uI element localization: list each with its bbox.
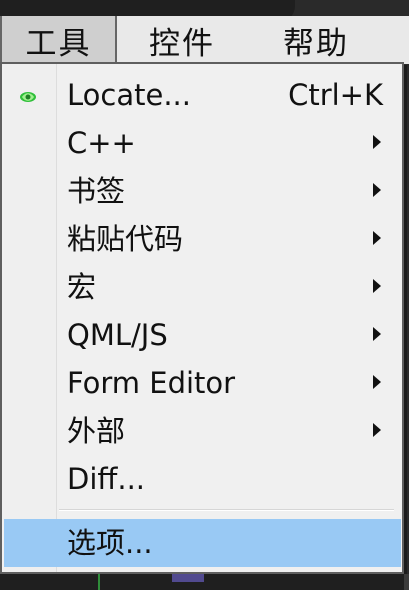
- menu-item-label: 粘贴代码: [67, 221, 184, 256]
- menubar-tools[interactable]: 工具: [0, 16, 117, 64]
- submenu-arrow-icon: [373, 423, 381, 437]
- menu-item-label: C++: [67, 125, 136, 160]
- menu-item-qml-js[interactable]: QML/JS: [4, 311, 401, 359]
- menu-bar: 工具 控件 帮助: [0, 16, 409, 64]
- right-edge-fragment: [404, 574, 409, 590]
- menu-item-paste-code[interactable]: 粘贴代码: [4, 215, 401, 263]
- application-window: 工具 控件 帮助 Locate... Ctrl+K C++ 书签 粘贴代码 宏 …: [0, 0, 409, 590]
- menu-item-macros[interactable]: 宏: [4, 263, 401, 311]
- bottom-green-marker: [98, 574, 100, 590]
- tools-menu-dropdown: Locate... Ctrl+K C++ 书签 粘贴代码 宏 QML/JS Fo…: [0, 62, 404, 574]
- menu-item-label: Locate...: [67, 77, 191, 112]
- menu-item-locate[interactable]: Locate... Ctrl+K: [4, 71, 401, 119]
- menu-item-bookmarks[interactable]: 书签: [4, 167, 401, 215]
- menu-item-label: QML/JS: [67, 317, 168, 352]
- bottom-purple-marker: [172, 574, 204, 582]
- menu-item-label: 选项...: [67, 525, 153, 560]
- submenu-arrow-icon: [373, 327, 381, 341]
- menubar-tools-label: 工具: [25, 25, 92, 62]
- menu-item-options[interactable]: 选项...: [4, 519, 401, 567]
- menu-item-label: 外部: [67, 413, 126, 448]
- menu-item-external[interactable]: 外部: [4, 407, 401, 455]
- submenu-arrow-icon: [373, 231, 381, 245]
- menu-item-cpp[interactable]: C++: [4, 119, 401, 167]
- menu-item-diff[interactable]: Diff...: [4, 455, 401, 503]
- menu-item-label: Diff...: [67, 461, 146, 496]
- locate-icon: [20, 92, 36, 102]
- menubar-help-label: 帮助: [283, 25, 349, 62]
- submenu-arrow-icon: [373, 279, 381, 293]
- menu-item-label: Form Editor: [67, 365, 236, 400]
- shortcut-label: Ctrl+K: [288, 77, 383, 112]
- submenu-arrow-icon: [373, 183, 381, 197]
- submenu-arrow-icon: [373, 135, 381, 149]
- menu-item-label: 宏: [67, 269, 97, 304]
- menu-item-form-editor[interactable]: Form Editor: [4, 359, 401, 407]
- window-bottom-dark-region: [0, 574, 409, 590]
- submenu-arrow-icon: [373, 375, 381, 389]
- menubar-help[interactable]: 帮助: [262, 16, 370, 64]
- menubar-controls[interactable]: 控件: [128, 16, 236, 64]
- menu-item-label: 书签: [67, 173, 126, 208]
- menu-separator: [59, 509, 394, 511]
- menubar-controls-label: 控件: [149, 25, 215, 62]
